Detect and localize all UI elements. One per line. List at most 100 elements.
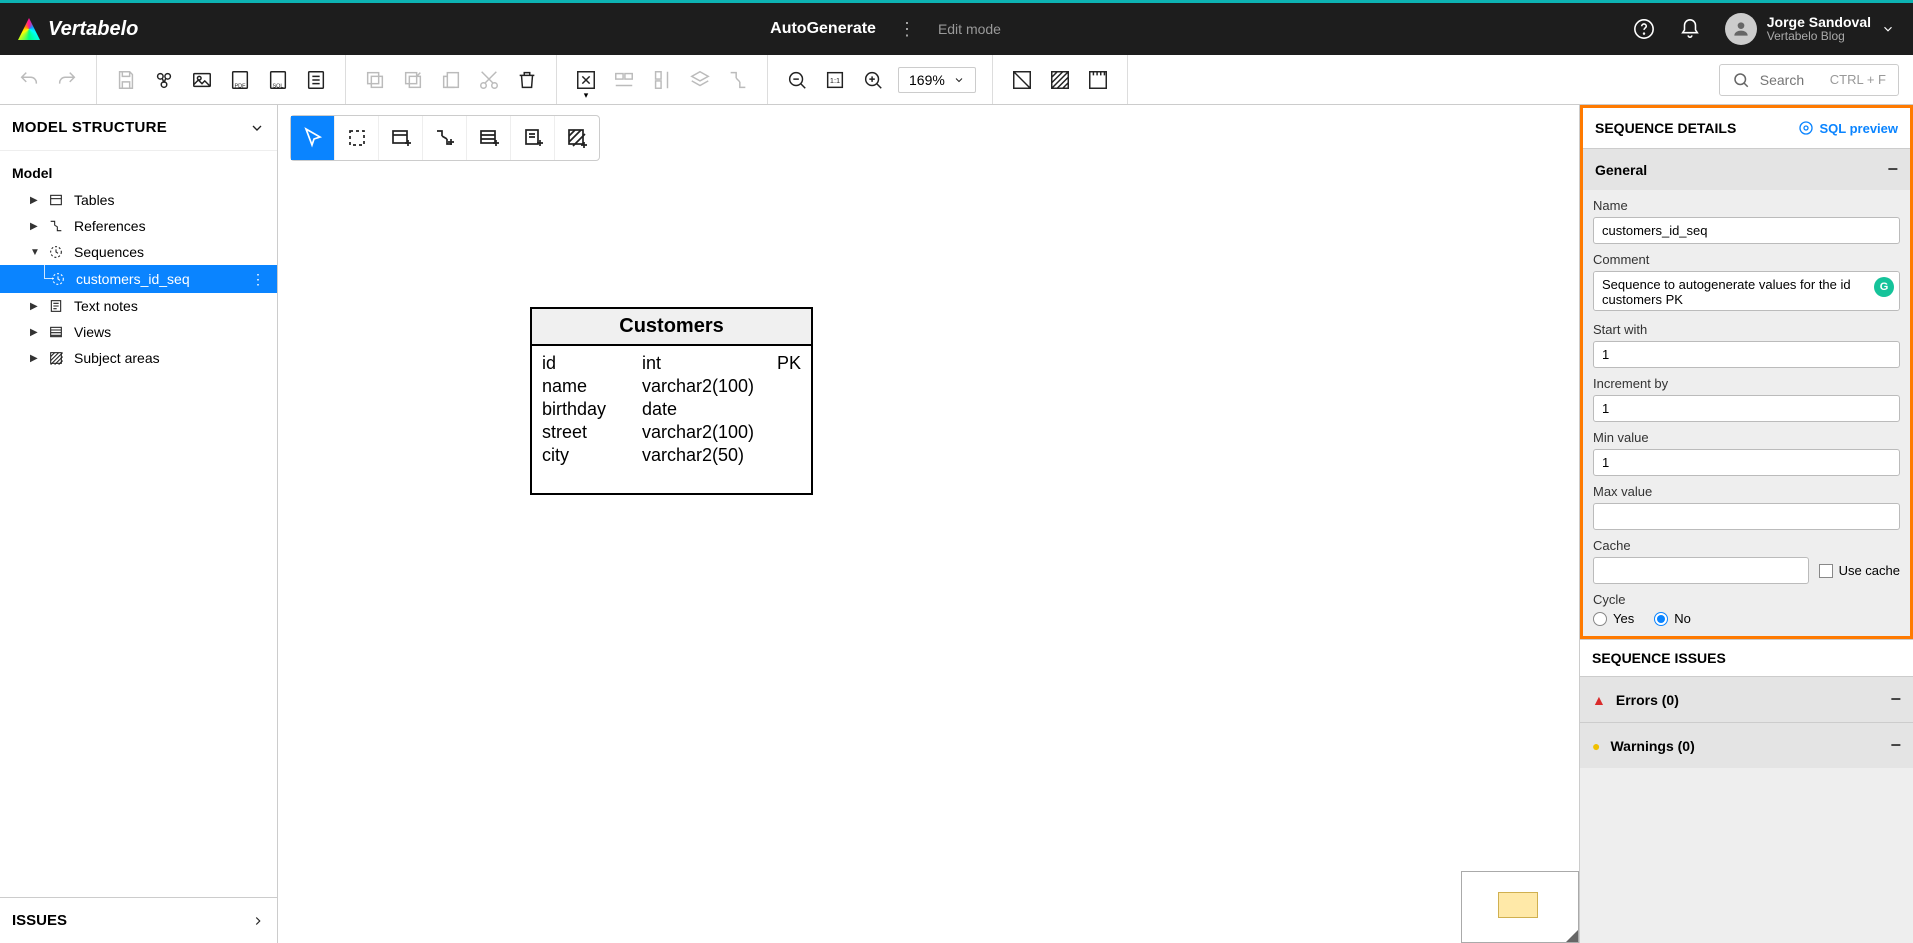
zoom-in-button[interactable]	[860, 67, 886, 93]
entity-row: name varchar2(100)	[542, 375, 801, 398]
entity-body: id int PK name varchar2(100) birthday da…	[532, 346, 811, 493]
caret-right-icon: ▶	[30, 353, 38, 364]
tree-item-sequences[interactable]: ▼ Sequences	[0, 239, 277, 265]
cache-input[interactable]	[1593, 557, 1809, 584]
col-name: birthday	[542, 399, 642, 420]
checkbox-icon	[1819, 564, 1833, 578]
field-start: Start with	[1593, 322, 1900, 368]
tree-item-subjectareas[interactable]: ▶ Subject areas	[0, 345, 277, 371]
more-icon[interactable]: ⋮	[251, 271, 265, 288]
export-image-button[interactable]	[189, 67, 215, 93]
resize-handle-icon[interactable]	[1566, 930, 1578, 942]
zoom-dropdown[interactable]: 169%	[898, 67, 976, 93]
svg-text:1:1: 1:1	[830, 75, 840, 84]
header-center: AutoGenerate ⋮ Edit mode	[138, 19, 1632, 40]
ruler-button[interactable]	[1085, 67, 1111, 93]
add-note-tool[interactable]	[511, 116, 555, 160]
select-tool[interactable]	[291, 116, 335, 160]
add-reference-tool[interactable]	[423, 116, 467, 160]
save-button[interactable]	[113, 67, 139, 93]
redo-button[interactable]	[54, 67, 80, 93]
increment-input[interactable]	[1593, 395, 1900, 422]
export-pdf-button[interactable]: PDF	[227, 67, 253, 93]
sequence-issues-header[interactable]: SEQUENCE ISSUES	[1580, 639, 1913, 676]
warnings-header[interactable]: ● Warnings (0) −	[1580, 722, 1913, 768]
tree-item-textnotes[interactable]: ▶ Text notes	[0, 293, 277, 319]
cut-button[interactable]	[476, 67, 502, 93]
cycle-yes-radio[interactable]: Yes	[1593, 611, 1634, 626]
export-xml-button[interactable]	[303, 67, 329, 93]
view-group	[993, 55, 1128, 104]
name-input[interactable]	[1593, 217, 1900, 244]
add-area-tool[interactable]	[555, 116, 599, 160]
tree-item-tables[interactable]: ▶ Tables	[0, 187, 277, 213]
col-type: varchar2(100)	[642, 422, 769, 443]
entity-customers[interactable]: Customers id int PK name varchar2(100) b…	[530, 307, 813, 495]
field-increment: Increment by	[1593, 376, 1900, 422]
marquee-tool[interactable]	[335, 116, 379, 160]
cycle-no-radio[interactable]: No	[1654, 611, 1691, 626]
edit-mode-label[interactable]: Edit mode	[938, 21, 1001, 37]
document-title[interactable]: AutoGenerate	[770, 20, 876, 38]
bell-icon[interactable]	[1679, 18, 1701, 40]
caret-right-icon: ▶	[30, 221, 38, 232]
tree-item-references[interactable]: ▶ References	[0, 213, 277, 239]
start-input[interactable]	[1593, 341, 1900, 368]
sql-preview-button[interactable]: SQL preview	[1798, 120, 1898, 136]
canvas[interactable]: Customers id int PK name varchar2(100) b…	[278, 105, 1579, 943]
min-input[interactable]	[1593, 449, 1900, 476]
comment-input[interactable]	[1593, 271, 1900, 311]
field-label: Start with	[1593, 322, 1900, 337]
radio-label: Yes	[1613, 611, 1634, 626]
search-box[interactable]: CTRL + F	[1719, 64, 1899, 96]
delete-button[interactable]	[514, 67, 540, 93]
grammarly-icon[interactable]: G	[1874, 277, 1894, 297]
max-input[interactable]	[1593, 503, 1900, 530]
export-sql-button[interactable]: SQL	[265, 67, 291, 93]
main-area: MODEL STRUCTURE Model ▶ Tables ▶ Referen…	[0, 105, 1913, 943]
field-label: Name	[1593, 198, 1900, 213]
brand-logo[interactable]: Vertabelo	[18, 18, 138, 41]
entity-title: Customers	[532, 309, 811, 346]
undo-group	[0, 55, 97, 104]
tree-connector	[44, 265, 54, 279]
right-panel: SEQUENCE DETAILS SQL preview General − N…	[1579, 105, 1913, 943]
route-button[interactable]	[725, 67, 751, 93]
help-icon[interactable]	[1633, 18, 1655, 40]
undo-button[interactable]	[16, 67, 42, 93]
issues-panel-header[interactable]: ISSUES	[0, 897, 277, 943]
align-v-button[interactable]	[649, 67, 675, 93]
hatch-button[interactable]	[1047, 67, 1073, 93]
search-hint: CTRL + F	[1830, 72, 1886, 87]
field-label: Increment by	[1593, 376, 1900, 391]
add-table-tool[interactable]	[379, 116, 423, 160]
tree-label: Views	[74, 324, 111, 340]
paste-button[interactable]	[400, 67, 426, 93]
align-h-button[interactable]	[611, 67, 637, 93]
panel-title: MODEL STRUCTURE	[12, 119, 167, 136]
reference-icon	[48, 218, 64, 234]
tree-item-views[interactable]: ▶ Views	[0, 319, 277, 345]
model-structure-header[interactable]: MODEL STRUCTURE	[0, 105, 277, 151]
section-title: General	[1595, 162, 1647, 178]
search-input[interactable]	[1760, 72, 1820, 88]
errors-header[interactable]: ▲ Errors (0) −	[1580, 676, 1913, 722]
copy-button[interactable]	[362, 67, 388, 93]
share-button[interactable]	[151, 67, 177, 93]
fit-button[interactable]: ▾	[573, 67, 599, 93]
col-type: int	[642, 353, 769, 374]
zoom-out-button[interactable]	[784, 67, 810, 93]
tree-item-selected-sequence[interactable]: customers_id_seq ⋮	[0, 265, 277, 293]
duplicate-button[interactable]	[438, 67, 464, 93]
user-menu[interactable]: Jorge Sandoval Vertabelo Blog	[1725, 13, 1895, 45]
doc-menu-icon[interactable]: ⋮	[898, 19, 916, 40]
grid-button[interactable]	[1009, 67, 1035, 93]
tree-root[interactable]: Model	[0, 159, 277, 187]
general-section-header[interactable]: General −	[1583, 148, 1910, 190]
checkbox-label: Use cache	[1839, 563, 1900, 578]
layers-button[interactable]	[687, 67, 713, 93]
add-view-tool[interactable]	[467, 116, 511, 160]
minimap[interactable]	[1461, 871, 1579, 943]
zoom-11-button[interactable]: 1:1	[822, 67, 848, 93]
use-cache-checkbox[interactable]: Use cache	[1819, 563, 1900, 578]
